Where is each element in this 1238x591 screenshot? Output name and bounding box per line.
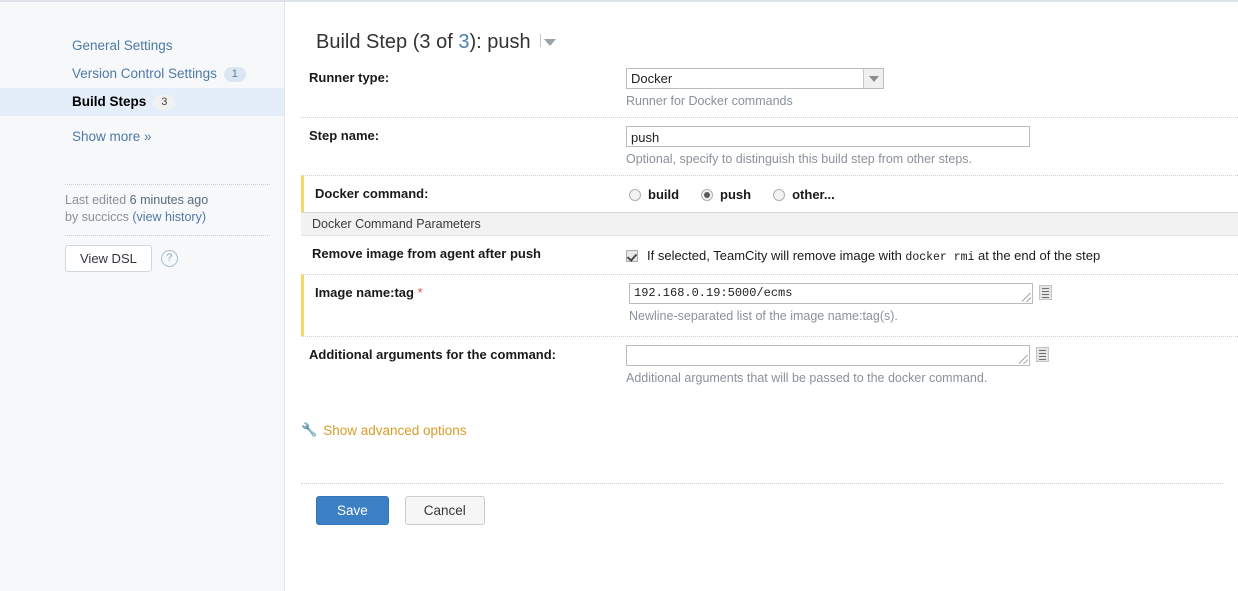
- remove-image-label: Remove image from agent after push: [312, 246, 541, 261]
- image-name-tag-textarea[interactable]: 192.168.0.19:5000/ecms: [629, 283, 1033, 304]
- page-title-mid: of: [430, 31, 459, 53]
- sidebar-show-more-link[interactable]: Show more »: [0, 116, 284, 149]
- image-name-tag-hint: Newline-separated list of the image name…: [629, 309, 898, 323]
- remove-image-text-before: If selected, TeamCity will remove image …: [647, 248, 906, 263]
- radio-option-other[interactable]: other...: [773, 187, 835, 202]
- runner-type-select[interactable]: Docker: [626, 68, 884, 89]
- sidebar-item-badge: 3: [153, 95, 176, 110]
- radio-label: push: [720, 187, 752, 202]
- resize-grip-icon[interactable]: [1019, 355, 1028, 364]
- page-title-suffix: ): push: [469, 31, 531, 53]
- checkbox-icon[interactable]: [626, 250, 638, 262]
- docker-command-field: build push other...: [629, 176, 1238, 202]
- additional-arguments-row: Additional arguments for the command: Ad…: [301, 336, 1238, 398]
- radio-label: build: [648, 187, 680, 202]
- expand-editor-icon[interactable]: [1036, 347, 1049, 362]
- page-title: Build Step (3 of 3): push: [316, 31, 556, 54]
- radio-icon[interactable]: [629, 188, 641, 201]
- runner-type-hint: Runner for Docker commands: [626, 94, 793, 108]
- runner-type-field: Docker Runner for Docker commands: [626, 60, 1238, 109]
- image-name-tag-value: 192.168.0.19:5000/ecms: [634, 286, 793, 300]
- last-edited-author: by succiccs: [65, 210, 129, 224]
- last-edited-info: Last edited 6 minutes ago by succiccs (v…: [65, 192, 280, 226]
- view-dsl-row: View DSL ?: [65, 245, 178, 272]
- sidebar-divider-bottom: [65, 235, 270, 236]
- view-dsl-button[interactable]: View DSL: [65, 245, 152, 272]
- sidebar-item-badge: 1: [223, 67, 246, 82]
- docker-command-radio-group: build push other...: [629, 184, 1238, 202]
- save-button[interactable]: Save: [316, 496, 389, 525]
- remove-image-field: If selected, TeamCity will remove image …: [626, 236, 1238, 264]
- page-root: General Settings Version Control Setting…: [0, 2, 1238, 591]
- step-name-field: Optional, specify to distinguish this bu…: [626, 118, 1238, 167]
- additional-arguments-input-wrap: [626, 345, 1238, 366]
- step-name-input[interactable]: [626, 126, 1030, 147]
- required-marker: *: [417, 285, 423, 300]
- docker-command-parameters-header: Docker Command Parameters: [301, 212, 1238, 236]
- runner-type-row: Runner type: Docker Runner for Docker co…: [301, 60, 1238, 109]
- main-content: Build Step (3 of 3): push Runner type: D…: [285, 2, 1238, 591]
- remove-image-command: docker rmi: [905, 251, 975, 264]
- resize-grip-icon[interactable]: [1022, 293, 1031, 302]
- runner-type-value: Docker: [631, 71, 673, 86]
- sidebar-item-label: General Settings: [72, 38, 173, 53]
- sidebar-item-general-settings[interactable]: General Settings: [0, 32, 284, 60]
- page-title-prefix: Build Step (: [316, 31, 420, 53]
- sidebar-item-label: Build Steps: [72, 94, 147, 109]
- image-name-tag-row: Image name:tag * 192.168.0.19:5000/ecms …: [301, 274, 1238, 336]
- chevron-down-icon[interactable]: [539, 34, 556, 48]
- chevron-down-icon[interactable]: [863, 69, 883, 88]
- step-name-hint: Optional, specify to distinguish this bu…: [626, 152, 973, 166]
- additional-arguments-textarea[interactable]: [626, 345, 1030, 366]
- remove-image-checkbox-row[interactable]: If selected, TeamCity will remove image …: [626, 244, 1238, 264]
- additional-arguments-hint: Additional arguments that will be passed…: [626, 371, 988, 385]
- step-name-label: Step name:: [309, 128, 380, 143]
- question-icon[interactable]: ?: [160, 250, 178, 267]
- expand-editor-icon[interactable]: [1039, 285, 1052, 300]
- image-name-tag-label: Image name:tag *: [304, 275, 629, 324]
- sidebar: General Settings Version Control Setting…: [0, 2, 285, 591]
- build-step-form: Runner type: Docker Runner for Docker co…: [301, 60, 1238, 398]
- sidebar-divider-top: [65, 184, 270, 185]
- radio-option-build[interactable]: build: [629, 187, 679, 202]
- additional-arguments-label: Additional arguments for the command:: [309, 347, 557, 362]
- sidebar-item-build-steps[interactable]: Build Steps 3: [0, 88, 284, 116]
- last-edited-time: 6 minutes ago: [129, 193, 209, 207]
- form-actions: Save Cancel: [316, 496, 485, 525]
- radio-label: other...: [792, 187, 835, 202]
- sidebar-nav: General Settings Version Control Setting…: [0, 2, 284, 149]
- last-edited-prefix: Last edited: [65, 193, 130, 207]
- additional-arguments-field: Additional arguments that will be passed…: [626, 337, 1238, 386]
- remove-image-text-after: at the end of the step: [974, 248, 1101, 263]
- docker-command-row: Docker command: build push other...: [301, 175, 1238, 212]
- docker-command-label: Docker command:: [315, 186, 429, 201]
- radio-icon[interactable]: [773, 188, 786, 201]
- page-title-index: 3: [419, 31, 431, 53]
- show-advanced-options-label: Show advanced options: [323, 422, 467, 438]
- page-title-total-link[interactable]: 3: [458, 31, 469, 53]
- image-name-tag-label-text: Image name:tag: [315, 285, 414, 300]
- wrench-icon: 🔧: [301, 422, 318, 437]
- footer-divider: [301, 483, 1223, 484]
- image-name-tag-field: 192.168.0.19:5000/ecms Newline-separated…: [629, 275, 1238, 324]
- image-name-tag-input-wrap: 192.168.0.19:5000/ecms: [629, 283, 1238, 304]
- cancel-button[interactable]: Cancel: [404, 496, 485, 525]
- show-advanced-options-link[interactable]: 🔧 Show advanced options: [301, 422, 467, 438]
- runner-type-label: Runner type:: [309, 70, 390, 85]
- sidebar-item-version-control-settings[interactable]: Version Control Settings 1: [0, 60, 284, 88]
- radio-icon[interactable]: [701, 188, 714, 201]
- radio-option-push[interactable]: push: [701, 187, 751, 202]
- remove-image-description: If selected, TeamCity will remove image …: [647, 248, 1100, 264]
- remove-image-row: Remove image from agent after push If se…: [301, 236, 1238, 274]
- sidebar-item-label: Version Control Settings: [72, 66, 217, 81]
- step-name-row: Step name: Optional, specify to distingu…: [301, 117, 1238, 167]
- view-history-link[interactable]: (view history): [132, 210, 206, 224]
